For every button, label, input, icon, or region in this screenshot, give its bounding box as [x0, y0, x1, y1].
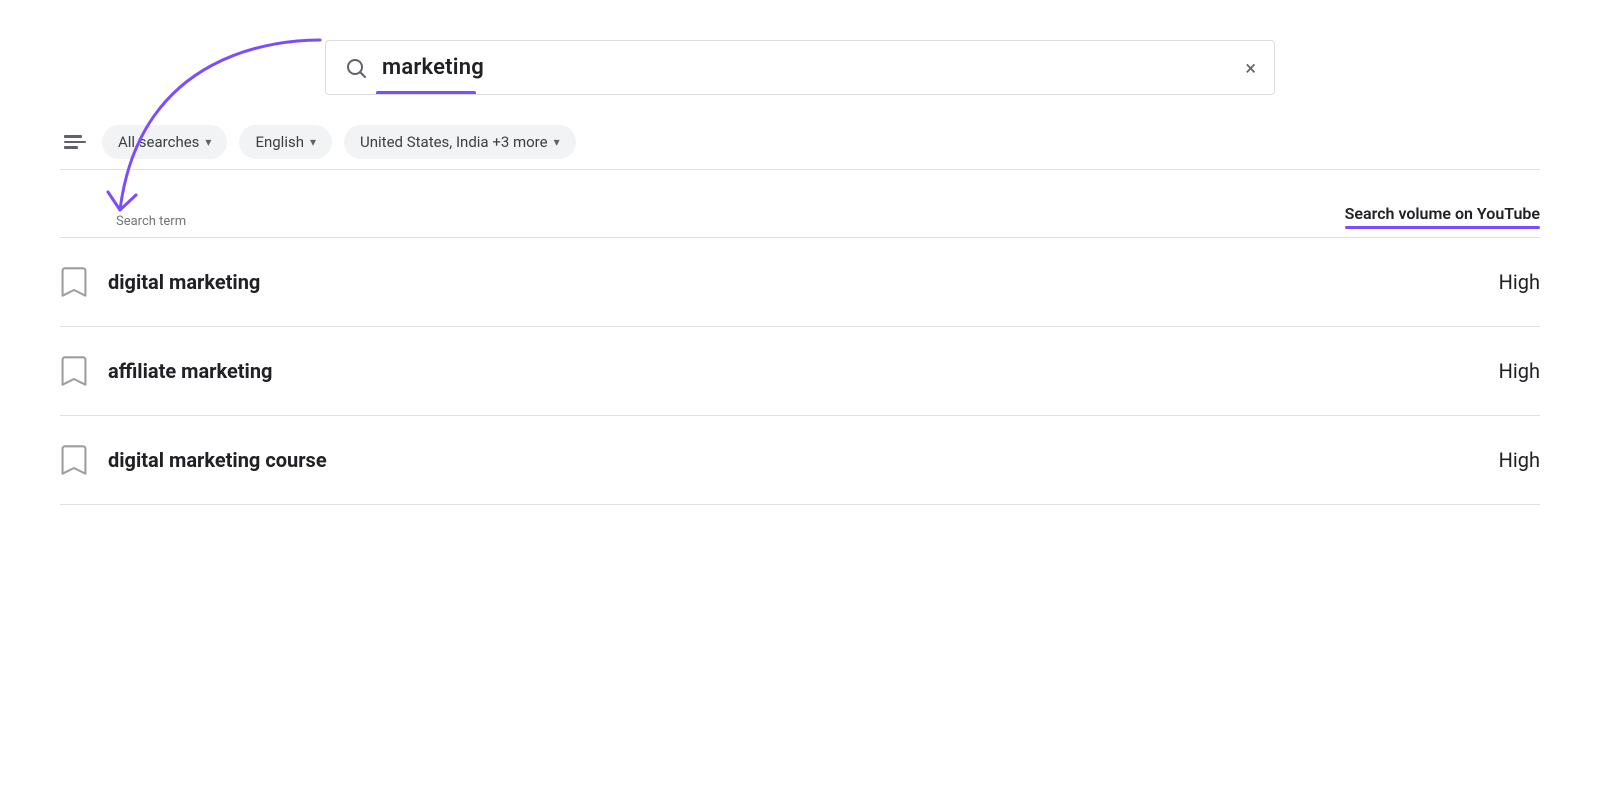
search-bar-wrapper: marketing ×	[60, 40, 1540, 95]
col-search-term-header: Search term	[60, 214, 186, 229]
result-volume-3: High	[1499, 448, 1540, 472]
result-volume-2: High	[1499, 359, 1540, 383]
result-left: digital marketing course	[60, 444, 327, 476]
table-row: digital marketing High	[60, 238, 1540, 327]
table-row: affiliate marketing High	[60, 327, 1540, 416]
result-volume-1: High	[1499, 270, 1540, 294]
bookmark-icon[interactable]	[60, 355, 88, 387]
result-left: affiliate marketing	[60, 355, 272, 387]
search-bar: marketing ×	[325, 40, 1275, 95]
all-searches-chevron: ▾	[205, 135, 211, 149]
filter-menu-icon[interactable]	[60, 131, 90, 153]
search-icon	[344, 56, 368, 80]
bookmark-icon[interactable]	[60, 266, 88, 298]
page-container: marketing × All searches ▾ English ▾ Uni…	[0, 0, 1600, 811]
result-term-3: digital marketing course	[108, 448, 327, 472]
english-label: English	[255, 133, 304, 151]
column-headers: Search term Search volume on YouTube	[60, 190, 1540, 238]
filter-row: All searches ▾ English ▾ United States, …	[60, 125, 1540, 170]
all-searches-label: All searches	[118, 133, 199, 151]
english-pill[interactable]: English ▾	[239, 125, 332, 159]
bookmark-icon[interactable]	[60, 444, 88, 476]
col-volume-header: Search volume on YouTube	[1345, 204, 1540, 229]
english-chevron: ▾	[310, 135, 316, 149]
location-chevron: ▾	[554, 135, 560, 149]
search-query[interactable]: marketing	[382, 55, 1245, 80]
col-volume-underline	[1345, 226, 1540, 229]
location-label: United States, India +3 more	[360, 133, 548, 151]
result-term-2: affiliate marketing	[108, 359, 272, 383]
location-pill[interactable]: United States, India +3 more ▾	[344, 125, 576, 159]
result-left: digital marketing	[60, 266, 260, 298]
clear-icon[interactable]: ×	[1245, 56, 1256, 80]
table-row: digital marketing course High	[60, 416, 1540, 505]
all-searches-pill[interactable]: All searches ▾	[102, 125, 227, 159]
result-term-1: digital marketing	[108, 270, 260, 294]
